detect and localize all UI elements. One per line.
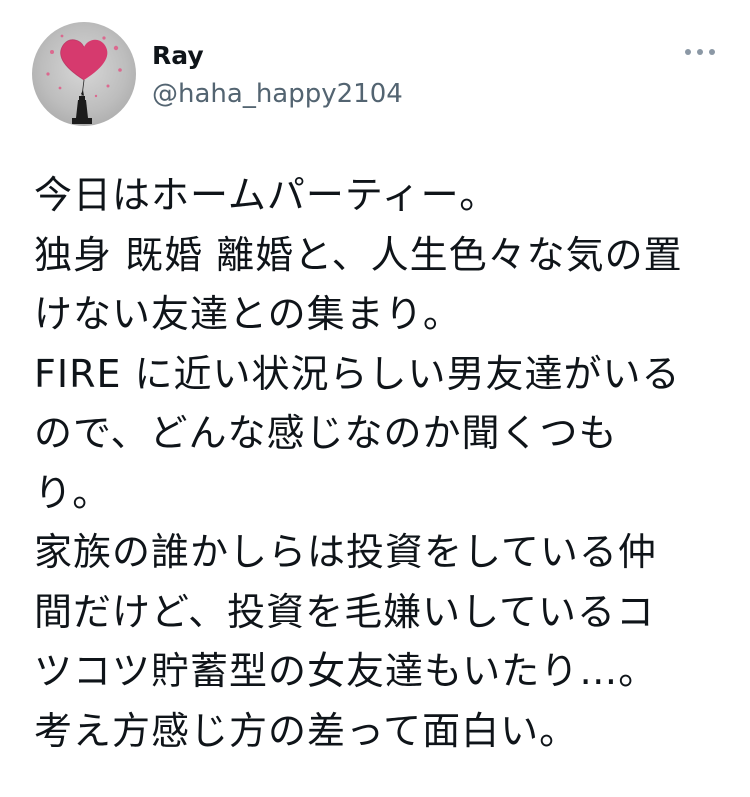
tweet-text-line: けない友達との集まり。 — [34, 292, 462, 336]
tweet-text: 今日はホームパーティー。 独身 既婚 離婚と、人生色々な気の置 けない友達との集… — [34, 166, 734, 761]
tweet-text-line: 今日はホームパーティー。 — [34, 173, 499, 217]
more-dots-icon — [685, 49, 715, 55]
tweet-text-line: 考え方感じ方の差って面白い。 — [34, 708, 579, 753]
avatar[interactable] — [32, 22, 136, 126]
tweet-text-line: ので、どんな感じなのか聞くつも — [34, 411, 618, 455]
tweet-text-line: り。 — [34, 470, 112, 515]
tweet-text-line: ツコツ貯蓄型の女友達もいたり…。 — [34, 649, 658, 693]
tweet-card: Ray @haha_happy2104 今日はホームパーティー。 独身 既婚 離… — [0, 0, 750, 797]
tweet-text-line: 間だけど、投資を毛嫌いしているコ — [34, 589, 655, 634]
heart-balloon-statue-icon — [46, 34, 122, 124]
more-options-button[interactable] — [680, 40, 720, 64]
author-handle[interactable]: @haha_happy2104 — [152, 78, 403, 110]
author-display-name[interactable]: Ray — [152, 40, 204, 72]
tweet-text-line: 独身 既婚 離婚と、人生色々な気の置 — [34, 232, 683, 277]
tweet-text-line: FIRE に近い状況らしい男友達がいる — [34, 351, 681, 396]
tweet-text-line: 家族の誰かしらは投資をしている仲 — [34, 530, 657, 574]
